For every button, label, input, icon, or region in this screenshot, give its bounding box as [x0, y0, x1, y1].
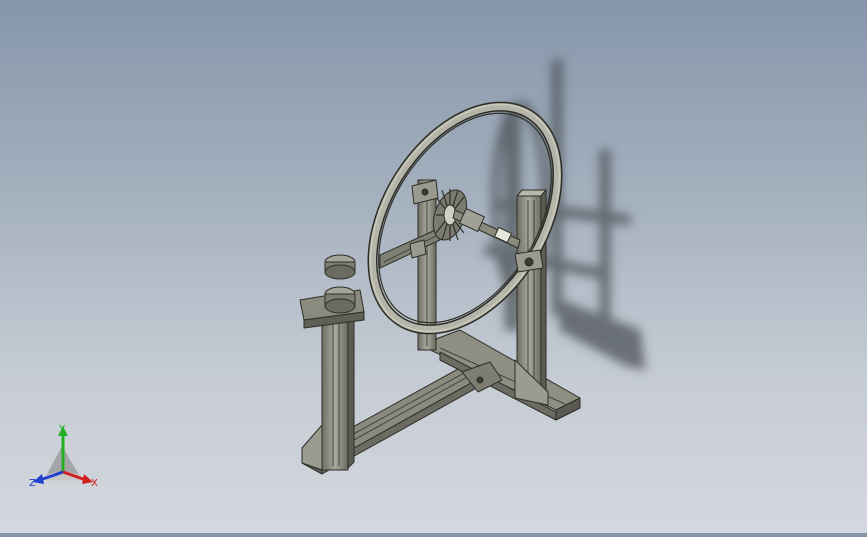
- y-axis-label: Y: [58, 424, 66, 435]
- 3d-viewport[interactable]: Y X Z: [0, 0, 867, 533]
- model-canvas[interactable]: [0, 0, 867, 533]
- x-axis-label: X: [91, 478, 98, 489]
- z-axis-label: Z: [29, 478, 36, 489]
- coordinate-triad: Y X Z: [29, 424, 98, 489]
